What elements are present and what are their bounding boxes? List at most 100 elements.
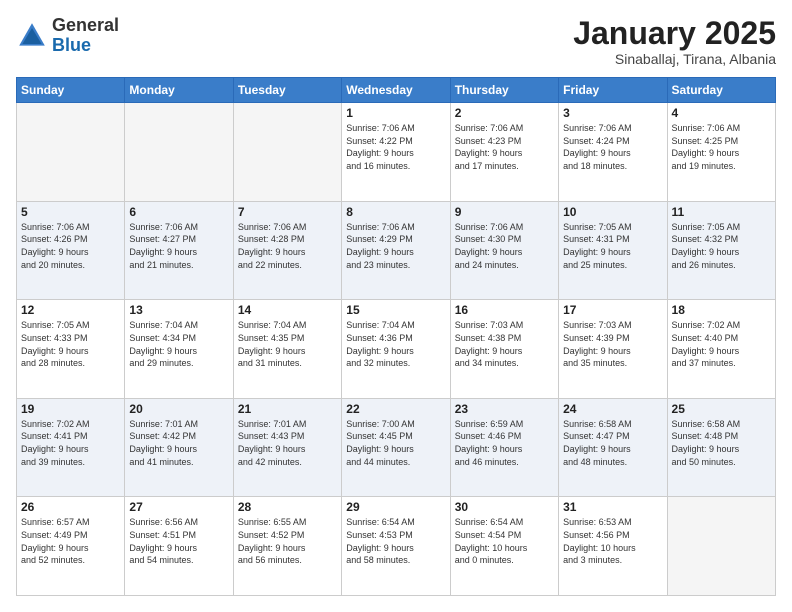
calendar-cell: 19 Sunrise: 7:02 AM Sunset: 4:41 PM Dayli…	[17, 398, 125, 497]
calendar-cell: 23Sunrise: 6:59 AM Sunset: 4:46 PM Dayli…	[450, 398, 558, 497]
day-number: 11	[672, 205, 771, 219]
day-info: Sunrise: 7:06 AM Sunset: 4:28 PM Dayligh…	[238, 221, 337, 271]
calendar-cell: 31 Sunrise: 6:53 AM Sunset: 4:56 PM Dayli…	[559, 497, 667, 596]
day-info: Sunrise: 6:56 AM Sunset: 4:51 PM Dayligh…	[129, 516, 228, 566]
day-info: Sunrise: 7:05 AM Sunset: 4:31 PM Dayligh…	[563, 221, 662, 271]
calendar-cell: 28Sunrise: 6:55 AM Sunset: 4:52 PM Dayli…	[233, 497, 341, 596]
logo-icon	[16, 20, 48, 52]
logo-text: General Blue	[52, 16, 119, 56]
weekday-header-wednesday: Wednesday	[342, 78, 450, 103]
day-number: 8	[346, 205, 445, 219]
day-number: 28	[238, 500, 337, 514]
weekday-header-thursday: Thursday	[450, 78, 558, 103]
logo-general: General	[52, 16, 119, 36]
calendar-cell: 16Sunrise: 7:03 AM Sunset: 4:38 PM Dayli…	[450, 300, 558, 399]
calendar-cell: 26 Sunrise: 6:57 AM Sunset: 4:49 PM Dayli…	[17, 497, 125, 596]
day-number: 3	[563, 106, 662, 120]
logo: General Blue	[16, 16, 119, 56]
day-number: 5	[21, 205, 120, 219]
day-number: 29	[346, 500, 445, 514]
week-row-5: 26 Sunrise: 6:57 AM Sunset: 4:49 PM Dayli…	[17, 497, 776, 596]
calendar-cell: 20Sunrise: 7:01 AM Sunset: 4:42 PM Dayli…	[125, 398, 233, 497]
week-row-2: 5 Sunrise: 7:06 AM Sunset: 4:26 PM Daylig…	[17, 201, 776, 300]
day-number: 14	[238, 303, 337, 317]
day-number: 23	[455, 402, 554, 416]
calendar-cell: 6Sunrise: 7:06 AM Sunset: 4:27 PM Daylig…	[125, 201, 233, 300]
calendar-cell: 25 Sunrise: 6:58 AM Sunset: 4:48 PM Dayli…	[667, 398, 775, 497]
calendar-cell: 2Sunrise: 7:06 AM Sunset: 4:23 PM Daylig…	[450, 103, 558, 202]
calendar-cell: 5 Sunrise: 7:06 AM Sunset: 4:26 PM Daylig…	[17, 201, 125, 300]
weekday-header-monday: Monday	[125, 78, 233, 103]
day-number: 13	[129, 303, 228, 317]
day-number: 22	[346, 402, 445, 416]
week-row-1: 1 Sunrise: 7:06 AM Sunset: 4:22 PM Daylig…	[17, 103, 776, 202]
day-info: Sunrise: 7:05 AM Sunset: 4:33 PM Dayligh…	[21, 319, 120, 369]
day-info: Sunrise: 6:54 AM Sunset: 4:53 PM Dayligh…	[346, 516, 445, 566]
day-info: Sunrise: 7:06 AM Sunset: 4:29 PM Dayligh…	[346, 221, 445, 271]
calendar-cell: 1 Sunrise: 7:06 AM Sunset: 4:22 PM Daylig…	[342, 103, 450, 202]
calendar-cell: 12 Sunrise: 7:05 AM Sunset: 4:33 PM Dayli…	[17, 300, 125, 399]
calendar-cell: 18 Sunrise: 7:02 AM Sunset: 4:40 PM Dayli…	[667, 300, 775, 399]
calendar-cell: 10 Sunrise: 7:05 AM Sunset: 4:31 PM Dayli…	[559, 201, 667, 300]
day-info: Sunrise: 6:57 AM Sunset: 4:49 PM Dayligh…	[21, 516, 120, 566]
day-info: Sunrise: 7:06 AM Sunset: 4:26 PM Dayligh…	[21, 221, 120, 271]
calendar-cell: 27 Sunrise: 6:56 AM Sunset: 4:51 PM Dayli…	[125, 497, 233, 596]
day-number: 30	[455, 500, 554, 514]
day-number: 15	[346, 303, 445, 317]
calendar-cell: 29 Sunrise: 6:54 AM Sunset: 4:53 PM Dayli…	[342, 497, 450, 596]
day-number: 26	[21, 500, 120, 514]
day-info: Sunrise: 7:06 AM Sunset: 4:24 PM Dayligh…	[563, 122, 662, 172]
calendar-cell: 7 Sunrise: 7:06 AM Sunset: 4:28 PM Daylig…	[233, 201, 341, 300]
day-info: Sunrise: 6:58 AM Sunset: 4:48 PM Dayligh…	[672, 418, 771, 468]
calendar-table: SundayMondayTuesdayWednesdayThursdayFrid…	[16, 77, 776, 596]
calendar-cell: 11 Sunrise: 7:05 AM Sunset: 4:32 PM Dayli…	[667, 201, 775, 300]
calendar-cell: 15Sunrise: 7:04 AM Sunset: 4:36 PM Dayli…	[342, 300, 450, 399]
day-info: Sunrise: 6:58 AM Sunset: 4:47 PM Dayligh…	[563, 418, 662, 468]
logo-blue: Blue	[52, 36, 119, 56]
day-info: Sunrise: 7:00 AM Sunset: 4:45 PM Dayligh…	[346, 418, 445, 468]
day-number: 12	[21, 303, 120, 317]
day-number: 2	[455, 106, 554, 120]
month-title: January 2025	[573, 16, 776, 51]
header: General Blue January 2025 Sinaballaj, Ti…	[16, 16, 776, 67]
day-info: Sunrise: 7:05 AM Sunset: 4:32 PM Dayligh…	[672, 221, 771, 271]
day-number: 31	[563, 500, 662, 514]
day-number: 4	[672, 106, 771, 120]
week-row-3: 12 Sunrise: 7:05 AM Sunset: 4:33 PM Dayli…	[17, 300, 776, 399]
day-number: 25	[672, 402, 771, 416]
day-number: 27	[129, 500, 228, 514]
calendar-cell	[667, 497, 775, 596]
day-info: Sunrise: 7:06 AM Sunset: 4:27 PM Dayligh…	[129, 221, 228, 271]
day-info: Sunrise: 7:06 AM Sunset: 4:25 PM Dayligh…	[672, 122, 771, 172]
day-number: 20	[129, 402, 228, 416]
calendar-cell: 9 Sunrise: 7:06 AM Sunset: 4:30 PM Daylig…	[450, 201, 558, 300]
location: Sinaballaj, Tirana, Albania	[573, 51, 776, 67]
calendar-cell: 22 Sunrise: 7:00 AM Sunset: 4:45 PM Dayli…	[342, 398, 450, 497]
day-info: Sunrise: 7:06 AM Sunset: 4:30 PM Dayligh…	[455, 221, 554, 271]
day-info: Sunrise: 7:06 AM Sunset: 4:22 PM Dayligh…	[346, 122, 445, 172]
day-number: 24	[563, 402, 662, 416]
calendar-cell: 13 Sunrise: 7:04 AM Sunset: 4:34 PM Dayli…	[125, 300, 233, 399]
calendar-cell	[125, 103, 233, 202]
day-number: 1	[346, 106, 445, 120]
page: General Blue January 2025 Sinaballaj, Ti…	[0, 0, 792, 612]
calendar-cell: 3 Sunrise: 7:06 AM Sunset: 4:24 PM Daylig…	[559, 103, 667, 202]
day-info: Sunrise: 7:04 AM Sunset: 4:34 PM Dayligh…	[129, 319, 228, 369]
calendar-cell	[233, 103, 341, 202]
calendar-cell	[17, 103, 125, 202]
day-number: 7	[238, 205, 337, 219]
day-info: Sunrise: 7:03 AM Sunset: 4:38 PM Dayligh…	[455, 319, 554, 369]
day-number: 10	[563, 205, 662, 219]
day-number: 9	[455, 205, 554, 219]
day-number: 18	[672, 303, 771, 317]
calendar-cell: 14Sunrise: 7:04 AM Sunset: 4:35 PM Dayli…	[233, 300, 341, 399]
weekday-header-sunday: Sunday	[17, 78, 125, 103]
calendar-cell: 21Sunrise: 7:01 AM Sunset: 4:43 PM Dayli…	[233, 398, 341, 497]
day-info: Sunrise: 6:53 AM Sunset: 4:56 PM Dayligh…	[563, 516, 662, 566]
calendar-cell: 24 Sunrise: 6:58 AM Sunset: 4:47 PM Dayli…	[559, 398, 667, 497]
day-info: Sunrise: 7:02 AM Sunset: 4:40 PM Dayligh…	[672, 319, 771, 369]
day-info: Sunrise: 7:02 AM Sunset: 4:41 PM Dayligh…	[21, 418, 120, 468]
day-number: 21	[238, 402, 337, 416]
day-number: 19	[21, 402, 120, 416]
day-number: 17	[563, 303, 662, 317]
